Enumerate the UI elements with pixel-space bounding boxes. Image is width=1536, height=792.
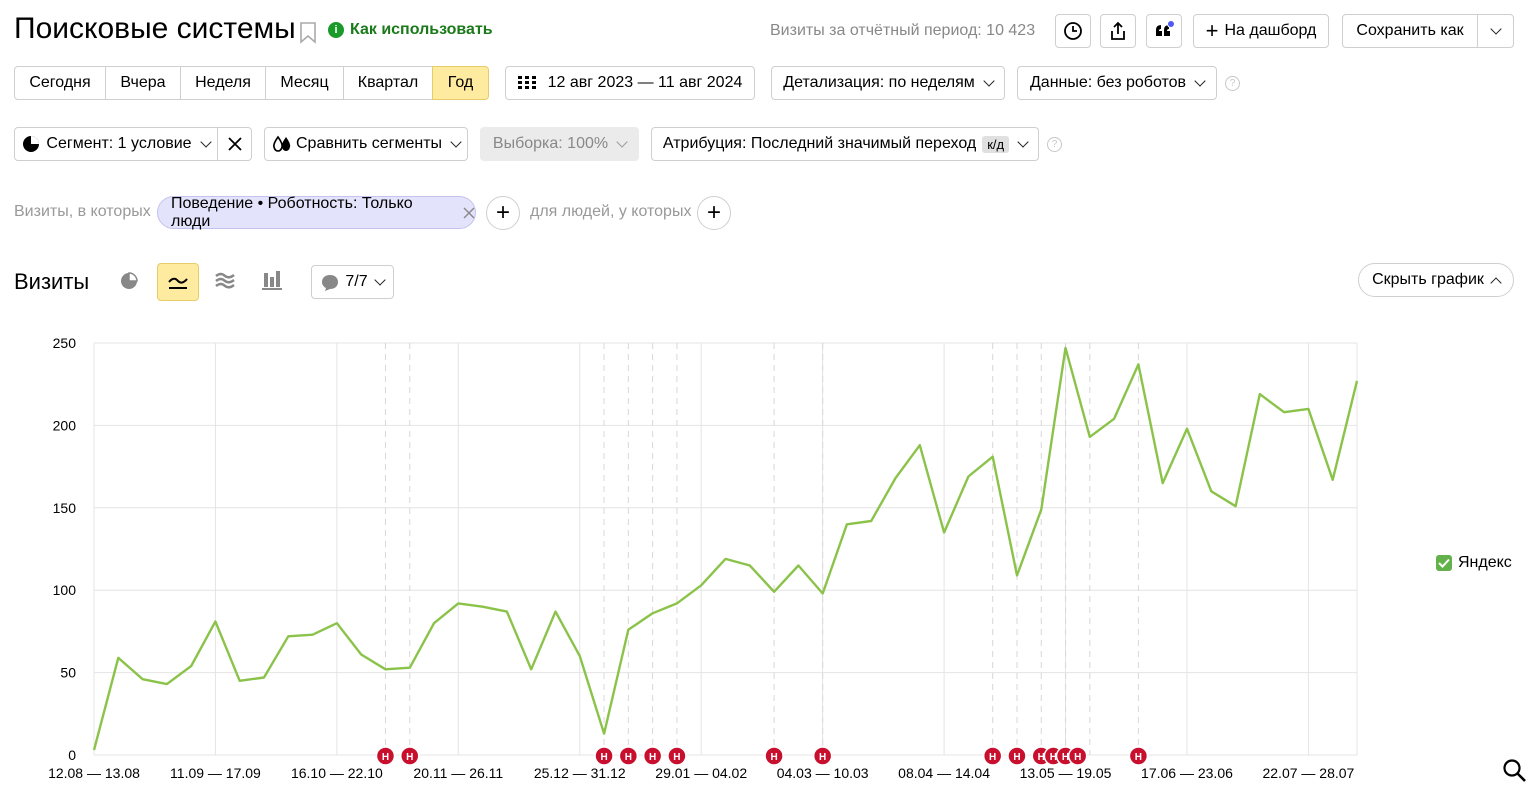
- x-tick-label: 20.11 — 26.11: [413, 765, 503, 781]
- drops-icon: [273, 135, 291, 152]
- holiday-marker-label: Н: [819, 752, 826, 763]
- close-icon: [227, 137, 242, 151]
- help-icon[interactable]: ?: [1047, 137, 1062, 152]
- bar-chart-type-button[interactable]: [262, 271, 284, 296]
- chevron-down-icon: [1017, 135, 1029, 148]
- y-tick-label: 200: [53, 417, 77, 433]
- x-tick-label: 22.07 — 28.07: [1262, 765, 1354, 781]
- annotations-dropdown[interactable]: 7/7: [311, 265, 394, 299]
- period-quarter[interactable]: Квартал: [343, 66, 433, 100]
- stacked-bar-icon: [262, 271, 282, 290]
- y-tick-label: 50: [60, 665, 76, 681]
- x-tick-label: 04.03 — 10.03: [777, 765, 869, 781]
- x-tick-label: 17.06 — 23.06: [1141, 765, 1233, 781]
- line-chart-type-button[interactable]: [157, 263, 199, 301]
- y-tick-label: 150: [53, 500, 77, 516]
- legend-item-yandex[interactable]: Яндекс: [1436, 554, 1512, 572]
- add-people-condition-button[interactable]: +: [697, 196, 731, 230]
- line-chart-icon: [168, 277, 188, 289]
- period-month[interactable]: Месяц: [265, 66, 344, 100]
- export-button[interactable]: [1100, 14, 1136, 48]
- save-as-button[interactable]: Сохранить как: [1342, 14, 1478, 48]
- add-visit-condition-button[interactable]: +: [486, 196, 520, 230]
- x-tick-label: 13.05 — 19.05: [1020, 765, 1112, 781]
- checkbox-checked-icon: [1436, 555, 1452, 571]
- holiday-marker-label: Н: [382, 752, 389, 763]
- x-tick-label: 25.12 — 31.12: [534, 765, 626, 781]
- segment-clear-button[interactable]: [217, 127, 252, 161]
- date-range-picker[interactable]: 12 авг 2023 — 11 авг 2024: [505, 66, 755, 100]
- calendar-icon: [517, 76, 536, 89]
- chevron-down-icon: [1194, 74, 1206, 87]
- hide-chart-button[interactable]: Скрыть график: [1358, 263, 1514, 297]
- data-filter-dropdown[interactable]: Данные: без роботов: [1017, 66, 1217, 100]
- stacked-area-icon: [215, 272, 235, 289]
- save-as-dropdown-button[interactable]: [1477, 14, 1514, 48]
- history-button[interactable]: [1055, 14, 1091, 48]
- chevron-down-icon: [616, 135, 628, 148]
- series-line-yandex: [92, 346, 1359, 751]
- visits-filter-label: Визиты, в которых: [14, 203, 151, 220]
- comments-button[interactable]: [1146, 14, 1182, 48]
- holiday-marker-label: Н: [1135, 752, 1142, 763]
- plus-icon: +: [1205, 18, 1219, 43]
- page-title: Поисковые системы: [14, 12, 296, 45]
- holiday-marker-label: Н: [770, 752, 777, 763]
- pie-chart-icon: [121, 272, 138, 289]
- period-today[interactable]: Сегодня: [14, 66, 106, 100]
- x-tick-label: 29.01 — 04.02: [655, 765, 747, 781]
- pie-icon: [23, 136, 40, 152]
- share-icon: [1111, 21, 1125, 40]
- attribution-dropdown[interactable]: Атрибуция: Последний значимый переход к/…: [651, 127, 1039, 161]
- detail-dropdown[interactable]: Детализация: по неделям: [771, 66, 1005, 100]
- filter-chip[interactable]: Поведение • Роботность: Только люди: [157, 195, 476, 230]
- y-tick-label: 250: [53, 335, 77, 351]
- holiday-marker-label: Н: [625, 752, 632, 763]
- chevron-down-icon: [373, 273, 386, 286]
- y-tick-label: 0: [68, 747, 76, 763]
- holiday-marker-label: Н: [989, 752, 996, 763]
- chevron-down-icon: [450, 135, 462, 148]
- chevron-up-icon: [1490, 276, 1502, 289]
- speech-bubble-icon: [322, 275, 339, 291]
- holiday-marker-label: Н: [1013, 752, 1020, 763]
- how-to-use-link[interactable]: i Как использовать: [328, 21, 493, 39]
- help-icon[interactable]: ?: [1225, 76, 1240, 91]
- info-icon: i: [328, 22, 344, 38]
- period-year[interactable]: Год: [432, 66, 489, 100]
- bookmark-icon[interactable]: [299, 22, 317, 49]
- x-tick-label: 12.08 — 13.08: [48, 765, 140, 781]
- holiday-marker-label: Н: [1074, 752, 1081, 763]
- chevron-down-icon: [1489, 22, 1502, 35]
- period-week[interactable]: Неделя: [180, 66, 266, 100]
- quote-icon: [1156, 20, 1175, 36]
- attribution-badge: к/д: [982, 135, 1010, 153]
- visits-period-total: Визиты за отчётный период: 10 423: [770, 22, 1036, 39]
- y-tick-label: 100: [53, 582, 77, 598]
- sample-dropdown[interactable]: Выборка: 100%: [480, 127, 639, 161]
- close-icon: [463, 207, 475, 218]
- add-to-dashboard-button[interactable]: + На дашборд: [1193, 14, 1329, 48]
- compare-segments-dropdown[interactable]: Сравнить сегменты: [264, 127, 468, 161]
- search-icon[interactable]: [1502, 758, 1528, 789]
- period-yesterday[interactable]: Вчера: [105, 66, 181, 100]
- chart-title: Визиты: [14, 269, 90, 294]
- holiday-marker-label: Н: [406, 752, 413, 763]
- pie-chart-type-button[interactable]: [118, 270, 140, 297]
- holiday-marker-label: Н: [673, 752, 680, 763]
- chevron-down-icon: [983, 74, 995, 87]
- holiday-marker-label: Н: [649, 752, 656, 763]
- segment-dropdown[interactable]: Сегмент: 1 условие: [14, 127, 218, 161]
- x-tick-label: 16.10 — 22.10: [291, 765, 383, 781]
- chevron-down-icon: [199, 135, 212, 148]
- people-filter-label: для людей, у которых: [530, 203, 692, 220]
- x-tick-label: 11.09 — 17.09: [170, 765, 261, 781]
- area-chart-type-button[interactable]: [214, 271, 236, 296]
- clock-icon: [1064, 22, 1082, 40]
- holiday-marker-label: Н: [600, 752, 607, 763]
- visits-line-chart: 0 50 100 150 200 250 12.08 — 13.08 11.09 — 17.0…: [48, 335, 1359, 781]
- x-tick-label: 08.04 — 14.04: [898, 765, 990, 781]
